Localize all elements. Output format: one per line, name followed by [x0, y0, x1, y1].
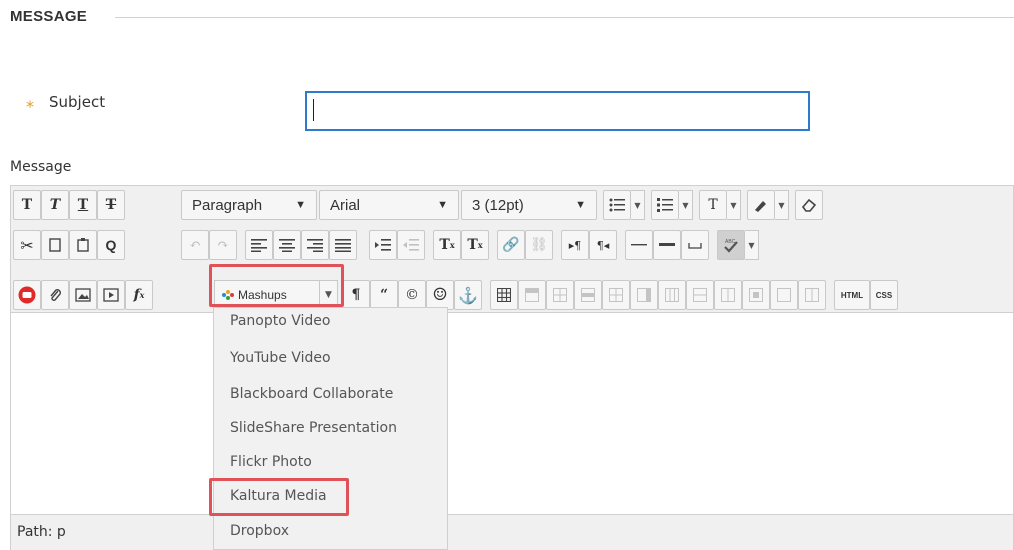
cut-icon[interactable]: ✂: [13, 230, 41, 260]
mashups-highlight-box: [209, 264, 344, 307]
bullet-list-icon[interactable]: [603, 190, 631, 220]
size-dropdown-value: 3 (12pt): [472, 196, 524, 214]
kaltura-highlight-box: [209, 478, 349, 516]
spellcheck-options-arrow[interactable]: ▼: [745, 230, 759, 260]
text-color-icon[interactable]: T: [699, 190, 727, 220]
table-merge-cells-icon[interactable]: [686, 280, 714, 310]
align-left-icon[interactable]: [245, 230, 273, 260]
numbered-list-icon[interactable]: [651, 190, 679, 220]
editor-toolbar: T T T T Paragraph ▼ Arial ▼ 3 (12pt) ▼ ▼: [11, 186, 1013, 313]
underline-icon[interactable]: T: [69, 190, 97, 220]
html-source-button[interactable]: HTML: [834, 280, 870, 310]
subject-label: Subject: [49, 93, 106, 111]
paste-icon[interactable]: [69, 230, 97, 260]
image-icon[interactable]: [69, 280, 97, 310]
spellcheck-icon[interactable]: ABC: [717, 230, 745, 260]
font-dropdown[interactable]: Arial ▼: [319, 190, 459, 220]
css-button[interactable]: CSS: [870, 280, 898, 310]
section-divider: [115, 17, 1014, 18]
chevron-down-icon: ▼: [575, 199, 586, 211]
numbered-list-options-arrow[interactable]: ▼: [679, 190, 693, 220]
eraser-icon[interactable]: [795, 190, 823, 220]
message-label: Message: [10, 159, 72, 175]
css-label: CSS: [875, 290, 893, 300]
menu-item-slideshare-presentation[interactable]: SlideShare Presentation: [230, 420, 397, 444]
subject-input[interactable]: [305, 91, 810, 131]
size-dropdown[interactable]: 3 (12pt) ▼: [461, 190, 597, 220]
table-icon[interactable]: [490, 280, 518, 310]
required-marker: *: [26, 97, 34, 116]
format-dropdown-value: Paragraph: [192, 196, 263, 214]
anchor-icon[interactable]: ⚓: [454, 280, 482, 310]
menu-item-flickr-photo[interactable]: Flickr Photo: [230, 454, 312, 478]
copy-icon[interactable]: [41, 230, 69, 260]
nbsp-icon[interactable]: [681, 230, 709, 260]
table-delete-col-icon[interactable]: [658, 280, 686, 310]
text-caret: [313, 99, 314, 121]
undo-icon[interactable]: ↶: [181, 230, 209, 260]
justify-icon[interactable]: [329, 230, 357, 260]
strikethrough-icon[interactable]: T: [97, 190, 125, 220]
chevron-down-icon: ▼: [295, 199, 306, 211]
link-icon[interactable]: 🔗: [497, 230, 525, 260]
bold-icon[interactable]: T: [13, 190, 41, 220]
menu-item-dropbox[interactable]: Dropbox: [230, 523, 289, 547]
section-header: MESSAGE: [10, 6, 1014, 30]
highlight-options-arrow[interactable]: ▼: [775, 190, 789, 220]
italic-icon[interactable]: T: [41, 190, 69, 220]
quote-icon[interactable]: “: [370, 280, 398, 310]
table-row-before-icon[interactable]: [518, 280, 546, 310]
table-cell-props-icon[interactable]: [742, 280, 770, 310]
table-row-after-icon[interactable]: [546, 280, 574, 310]
youtube-icon[interactable]: [13, 280, 41, 310]
table-delete-icon[interactable]: [798, 280, 826, 310]
align-right-icon[interactable]: [301, 230, 329, 260]
unlink-icon[interactable]: ⛓: [525, 230, 553, 260]
element-path: Path: p: [17, 524, 66, 540]
superscript-icon[interactable]: Tx: [433, 230, 461, 260]
redo-icon[interactable]: ↷: [209, 230, 237, 260]
menu-item-panopto-video[interactable]: Panopto Video: [230, 313, 330, 337]
section-title: MESSAGE: [10, 8, 88, 25]
bullet-list-options-arrow[interactable]: ▼: [631, 190, 645, 220]
highlight-icon[interactable]: [747, 190, 775, 220]
math-icon[interactable]: fx: [125, 280, 153, 310]
html-source-label: HTML: [840, 290, 864, 300]
editor-status-bar: Path: p: [11, 514, 1013, 550]
subscript-icon[interactable]: Tx: [461, 230, 489, 260]
chevron-down-icon: ▼: [437, 199, 448, 211]
align-center-icon[interactable]: [273, 230, 301, 260]
table-row-props-icon[interactable]: [770, 280, 798, 310]
menu-item-youtube-video[interactable]: YouTube Video: [230, 350, 331, 374]
emoticon-icon[interactable]: ☺: [426, 280, 454, 310]
menu-item-blackboard-collaborate[interactable]: Blackboard Collaborate: [230, 386, 393, 410]
table-split-cells-icon[interactable]: [714, 280, 742, 310]
table-col-after-icon[interactable]: [630, 280, 658, 310]
text-color-options-arrow[interactable]: ▼: [727, 190, 741, 220]
paragraph-mark-icon[interactable]: ¶: [342, 280, 370, 310]
attach-icon[interactable]: [41, 280, 69, 310]
copyright-icon[interactable]: ©: [398, 280, 426, 310]
hr-icon[interactable]: [625, 230, 653, 260]
find-icon[interactable]: Q: [97, 230, 125, 260]
media-icon[interactable]: [97, 280, 125, 310]
rtl-icon[interactable]: ¶◂: [589, 230, 617, 260]
rich-text-editor[interactable]: T T T T Paragraph ▼ Arial ▼ 3 (12pt) ▼ ▼: [10, 185, 1014, 550]
thick-hr-icon[interactable]: [653, 230, 681, 260]
table-col-before-icon[interactable]: [602, 280, 630, 310]
format-dropdown[interactable]: Paragraph ▼: [181, 190, 317, 220]
ltr-icon[interactable]: ▸¶: [561, 230, 589, 260]
font-dropdown-value: Arial: [330, 196, 361, 214]
table-delete-row-icon[interactable]: [574, 280, 602, 310]
indent-icon[interactable]: [369, 230, 397, 260]
outdent-icon[interactable]: [397, 230, 425, 260]
